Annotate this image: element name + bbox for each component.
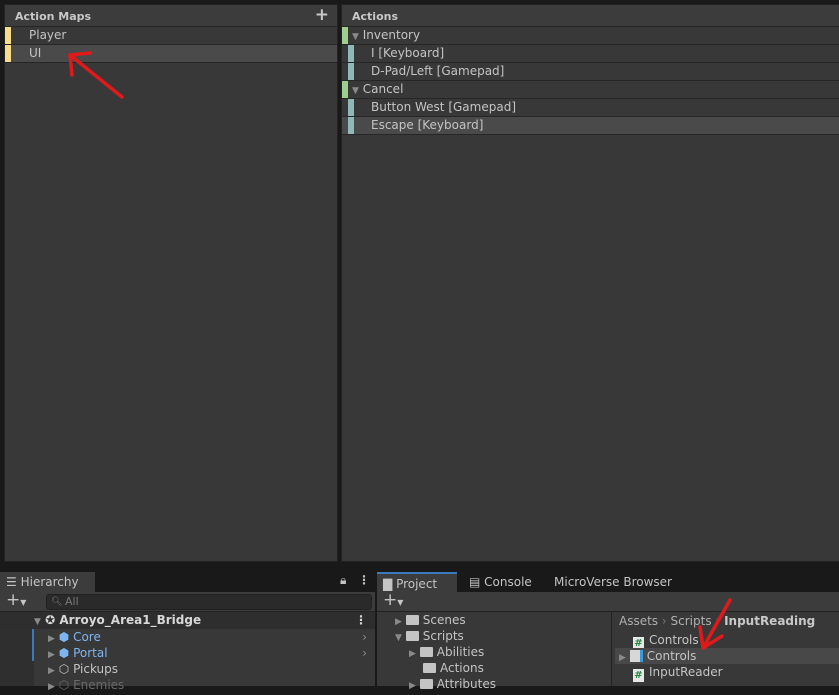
- arrow-annotation-ui: [68, 51, 124, 99]
- arrow-annotation-controls: [698, 598, 732, 650]
- annotation-arrows: [68, 51, 732, 650]
